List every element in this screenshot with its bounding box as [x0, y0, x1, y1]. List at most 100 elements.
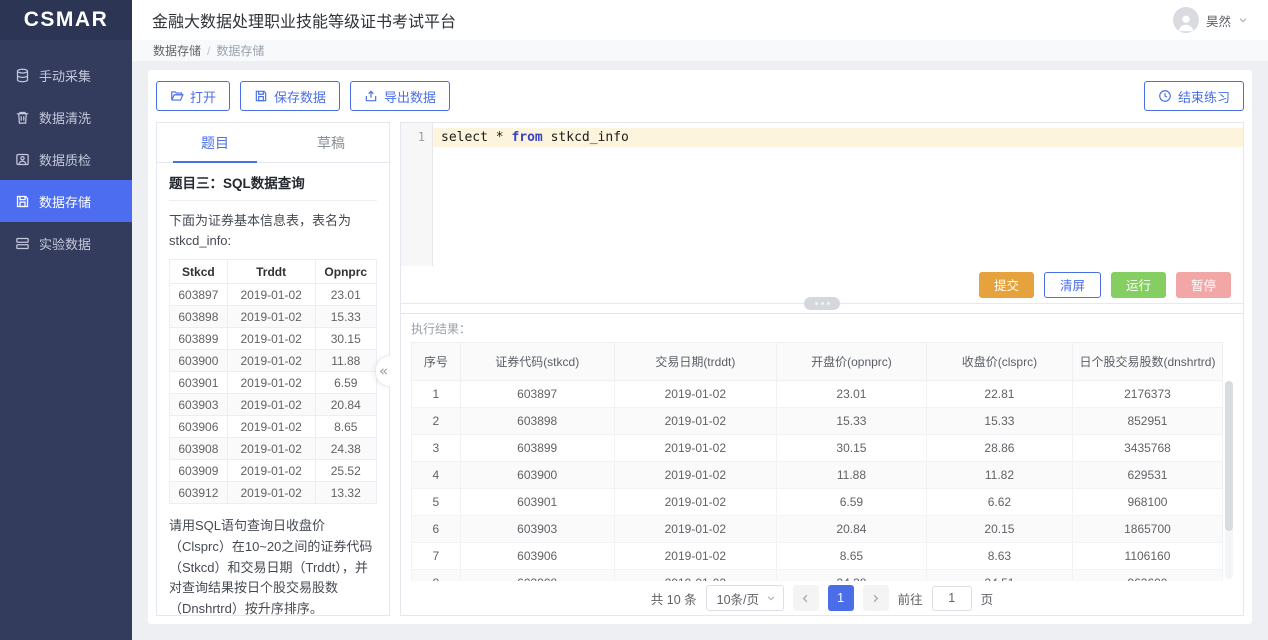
table-row: 26038982019-01-0215.3315.33852951: [412, 408, 1223, 435]
folder-open-icon: [170, 89, 184, 103]
editor-code-area[interactable]: select * from stkcd_info: [433, 123, 1243, 266]
question-intro: 下面为证券基本信息表，表名为stkcd_info:: [169, 211, 377, 250]
column-header: 证券代码(stkcd): [460, 343, 614, 381]
table-row: 36038992019-01-0230.1528.863435768: [412, 435, 1223, 462]
user-menu[interactable]: 昊然: [1173, 7, 1248, 33]
pause-button[interactable]: 暂停: [1176, 272, 1231, 298]
table-row: 6038992019-01-0230.15: [170, 328, 377, 350]
stock-info-table: Stkcd Trddt Opnprc 6038972019-01-0223.01…: [169, 259, 377, 504]
splitter: [401, 303, 1243, 314]
table-row: 56039012019-01-026.596.62968100: [412, 489, 1223, 516]
sql-editor[interactable]: 1 select * from stkcd_info: [401, 123, 1243, 266]
column-header: 交易日期(trddt): [614, 343, 776, 381]
user-name: 昊然: [1206, 11, 1231, 30]
sidebar-item-label: 数据存储: [39, 192, 91, 211]
column-header: Stkcd: [170, 260, 228, 284]
results-scrollbar-thumb[interactable]: [1225, 381, 1233, 531]
table-row: 76039062019-01-028.658.631106160: [412, 543, 1223, 570]
question-tabs: 题目 草稿: [157, 123, 389, 163]
sidebar: CSMAR 手动采集 数据清洗 数据质检 数据存储 实验数据: [0, 0, 132, 640]
table-row: 6038982019-01-0215.33: [170, 306, 377, 328]
goto-page-input[interactable]: [932, 586, 972, 611]
sidebar-item-label: 实验数据: [39, 234, 91, 253]
page-unit-label: 页: [981, 589, 994, 608]
breadcrumb-item[interactable]: 数据存储: [153, 42, 201, 59]
export-data-button[interactable]: 导出数据: [350, 81, 450, 111]
chevron-down-icon: [1238, 15, 1248, 25]
database-icon: [15, 68, 30, 83]
work-panel: 1 select * from stkcd_info 提交 清屏 运行 暂停: [400, 122, 1244, 616]
table-row: 6039082019-01-0224.38: [170, 438, 377, 460]
results-table: 序号 证券代码(stkcd) 交易日期(trddt) 开盘价(opnprc) 收…: [411, 342, 1223, 581]
column-header: 收盘价(clsprc): [926, 343, 1072, 381]
results-table-wrap: 序号 证券代码(stkcd) 交易日期(trddt) 开盘价(opnprc) 收…: [411, 342, 1233, 581]
question-title: 题目三：SQL数据查询: [169, 172, 377, 201]
sidebar-nav: 手动采集 数据清洗 数据质检 数据存储 实验数据: [0, 40, 132, 264]
table-row: 86039082019-01-0224.3824.51963600: [412, 570, 1223, 582]
column-header: Trddt: [227, 260, 315, 284]
table-row: 6039032019-01-0220.84: [170, 394, 377, 416]
finish-practice-button[interactable]: 结束练习: [1144, 81, 1244, 111]
submit-button[interactable]: 提交: [979, 272, 1034, 298]
user-badge-icon: [15, 152, 30, 167]
floppy-icon: [15, 194, 30, 209]
sidebar-item-data-clean[interactable]: 数据清洗: [0, 96, 132, 138]
pagination-total: 共 10 条: [651, 589, 697, 608]
chevron-left-icon: [800, 593, 811, 604]
sidebar-item-experiment-data[interactable]: 实验数据: [0, 222, 132, 264]
double-chevron-left-icon: [378, 366, 389, 377]
top-header: 金融大数据处理职业技能等级证书考试平台 昊然: [132, 0, 1268, 40]
column-header: Opnprc: [315, 260, 376, 284]
page-size-select[interactable]: 10条/页: [706, 585, 784, 611]
editor-gutter: 1: [401, 123, 433, 266]
save-icon: [254, 89, 268, 103]
sql-code-line[interactable]: select * from stkcd_info: [433, 128, 1243, 147]
column-header: 日个股交易股数(dnshrtrd): [1072, 343, 1222, 381]
run-button[interactable]: 运行: [1111, 272, 1166, 298]
table-row: 66039032019-01-0220.8420.151865700: [412, 516, 1223, 543]
sidebar-item-label: 数据质检: [39, 150, 91, 169]
chevron-right-icon: [870, 593, 881, 604]
panels-row: 题目 草稿 题目三：SQL数据查询 下面为证券基本信息表，表名为stkcd_in…: [156, 122, 1244, 616]
table-row: 6039012019-01-026.59: [170, 372, 377, 394]
tab-question[interactable]: 题目: [157, 123, 273, 162]
question-content: 题目三：SQL数据查询 下面为证券基本信息表，表名为stkcd_info: St…: [157, 163, 389, 615]
open-button[interactable]: 打开: [156, 81, 230, 111]
sidebar-item-label: 手动采集: [39, 66, 91, 85]
trash-icon: [15, 110, 30, 125]
question-panel: 题目 草稿 题目三：SQL数据查询 下面为证券基本信息表，表名为stkcd_in…: [156, 122, 390, 616]
toolbar: 打开 保存数据 导出数据 结束练习: [156, 70, 1244, 122]
platform-title: 金融大数据处理职业技能等级证书考试平台: [152, 8, 456, 32]
table-row: 6039092019-01-0225.52: [170, 460, 377, 482]
sidebar-item-manual-collect[interactable]: 手动采集: [0, 54, 132, 96]
export-icon: [364, 89, 378, 103]
next-page-button[interactable]: [863, 585, 889, 611]
sidebar-item-data-qc[interactable]: 数据质检: [0, 138, 132, 180]
table-row: 6039062019-01-028.65: [170, 416, 377, 438]
column-header: 开盘价(opnprc): [776, 343, 926, 381]
line-number: 1: [401, 128, 425, 147]
chevron-down-icon: [766, 593, 776, 603]
pagination: 共 10 条 10条/页 1: [411, 581, 1233, 615]
tab-draft[interactable]: 草稿: [273, 123, 389, 162]
server-icon: [15, 236, 30, 251]
results-label: 执行结果：: [411, 320, 1233, 337]
clear-screen-button[interactable]: 清屏: [1044, 272, 1101, 298]
prev-page-button[interactable]: [793, 585, 819, 611]
goto-label: 前往: [898, 589, 923, 608]
avatar: [1173, 7, 1199, 33]
table-row: 6039002019-01-0211.88: [170, 350, 377, 372]
workspace-card: 打开 保存数据 导出数据 结束练习: [148, 70, 1252, 624]
sidebar-item-data-storage[interactable]: 数据存储: [0, 180, 132, 222]
csmar-logo: CSMAR: [0, 0, 132, 40]
page-number-button[interactable]: 1: [828, 585, 854, 611]
clock-icon: [1158, 89, 1172, 103]
sidebar-item-label: 数据清洗: [39, 108, 91, 127]
splitter-drag-handle[interactable]: [804, 297, 840, 310]
table-row: 6038972019-01-0223.01: [170, 284, 377, 306]
sql-keyword: from: [511, 130, 542, 145]
save-data-button[interactable]: 保存数据: [240, 81, 340, 111]
breadcrumb: 数据存储 / 数据存储: [132, 40, 1268, 62]
table-row: 6039122019-01-0213.32: [170, 482, 377, 504]
content-area: 打开 保存数据 导出数据 结束练习: [132, 62, 1268, 640]
